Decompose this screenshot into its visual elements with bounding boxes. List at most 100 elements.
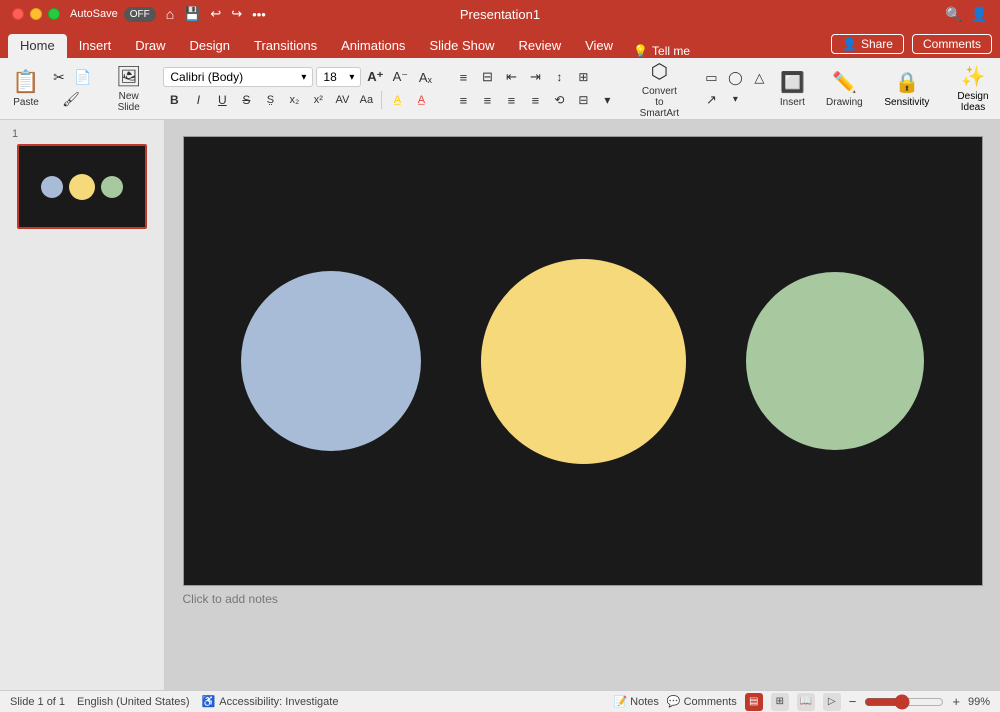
circle-yellow[interactable] <box>481 259 686 464</box>
shape-2[interactable]: ◯ <box>724 68 746 88</box>
italic-button[interactable]: I <box>187 90 209 110</box>
home-icon[interactable]: ⌂ <box>166 6 174 22</box>
smartart-icon: ⬡ <box>651 59 668 84</box>
decrease-indent-button[interactable]: ⇤ <box>500 67 522 87</box>
traffic-lights <box>12 8 60 20</box>
sensitivity-icon: 🔒 <box>894 70 919 95</box>
slide-thumbnail[interactable] <box>17 144 147 229</box>
convert-smartart-button[interactable]: ⬡ Convert to SmartArt <box>634 55 684 123</box>
paste-button[interactable]: 📋 Paste <box>8 65 44 112</box>
slideshow-view-button[interactable]: ▷ <box>823 693 841 711</box>
numbering-button[interactable]: ⊟ <box>476 67 498 87</box>
app-title: Presentation1 <box>460 7 540 22</box>
align-text-button[interactable]: ⊟ <box>572 90 594 110</box>
slide-canvas[interactable] <box>183 136 983 586</box>
tab-view[interactable]: View <box>573 34 625 58</box>
tab-review[interactable]: Review <box>506 34 573 58</box>
subscript-button[interactable]: x₂ <box>283 90 305 110</box>
title-bar: AutoSave OFF ⌂ 💾 ↩ ↪ ••• Presentation1 🔍… <box>0 0 1000 28</box>
font-name-selector[interactable]: Calibri (Body) ▾ <box>163 67 313 87</box>
format-painter-button[interactable]: 🖌 <box>60 90 82 110</box>
search-icon[interactable]: 🔍 <box>945 6 962 23</box>
zoom-level[interactable]: 99% <box>968 696 990 708</box>
more-icon[interactable]: ••• <box>252 7 266 22</box>
design-ideas-button[interactable]: ✨ Design Ideas <box>951 60 994 117</box>
align-left-button[interactable]: ≡ <box>452 90 474 110</box>
notes-icon: 📝 <box>613 695 627 708</box>
new-slide-button[interactable]: 🖼 New Slide <box>110 60 147 117</box>
save-icon[interactable]: 💾 <box>184 6 200 22</box>
tab-transitions[interactable]: Transitions <box>242 34 329 58</box>
tab-home[interactable]: Home <box>8 34 67 58</box>
drawing-button[interactable]: ✏️ Drawing <box>826 66 862 112</box>
bullets-button[interactable]: ≡ <box>452 67 474 87</box>
sensitivity-button[interactable]: 🔒 Sensitivity <box>878 66 935 112</box>
increase-font-button[interactable]: A⁺ <box>364 67 386 87</box>
shape-4[interactable]: ↗ <box>700 90 722 110</box>
change-case-button[interactable]: Aa <box>355 90 377 110</box>
shadow-button[interactable]: S̤ <box>259 90 281 110</box>
autosave-toggle[interactable]: OFF <box>124 7 156 22</box>
status-bar: Slide 1 of 1 English (United States) ♿ A… <box>0 690 1000 712</box>
notes-button[interactable]: 📝 Notes <box>613 695 658 708</box>
language-label: English (United States) <box>77 696 190 708</box>
new-slide-icon: 🖼 <box>116 64 141 89</box>
align-center-button[interactable]: ≡ <box>476 90 498 110</box>
status-comments-button[interactable]: 💬 Comments <box>667 695 737 708</box>
comments-button[interactable]: Comments <box>912 34 992 54</box>
decrease-font-button[interactable]: A⁻ <box>389 67 411 87</box>
normal-view-button[interactable]: ▤ <box>745 693 763 711</box>
design-icon: ✨ <box>961 64 986 89</box>
shape-3[interactable]: △ <box>748 68 770 88</box>
text-highlight-button[interactable]: A̲ <box>386 90 408 110</box>
slide-panel: 1 <box>0 120 165 690</box>
tab-insert[interactable]: Insert <box>67 34 124 58</box>
redo-icon[interactable]: ↪ <box>231 6 242 22</box>
tab-slideshow[interactable]: Slide Show <box>417 34 506 58</box>
shape-1[interactable]: ▭ <box>700 68 722 88</box>
drawing-icon: ✏️ <box>832 70 857 95</box>
font-color-button[interactable]: A̲ <box>410 90 432 110</box>
minimize-button[interactable] <box>30 8 42 20</box>
shape-dropdown[interactable]: ▾ <box>724 90 746 110</box>
spacing-button[interactable]: AV <box>331 90 353 110</box>
slide-number: 1 <box>8 128 18 140</box>
line-spacing-button[interactable]: ↕ <box>548 67 570 87</box>
copy-button[interactable]: 📄 <box>72 68 94 88</box>
profile-icon[interactable]: 👤 <box>971 6 988 23</box>
increase-indent-button[interactable]: ⇥ <box>524 67 546 87</box>
zoom-in-icon[interactable]: + <box>952 694 960 709</box>
clear-format-button[interactable]: Aₓ <box>414 67 436 87</box>
circle-blue[interactable] <box>241 271 421 451</box>
share-button[interactable]: 👤 Share <box>831 34 904 54</box>
cut-button[interactable]: ✂ <box>48 68 70 88</box>
maximize-button[interactable] <box>48 8 60 20</box>
circle-green[interactable] <box>746 272 924 450</box>
justify-button[interactable]: ≡ <box>524 90 546 110</box>
close-button[interactable] <box>12 8 24 20</box>
thumb-circle-green <box>101 176 123 198</box>
underline-button[interactable]: U <box>211 90 233 110</box>
strikethrough-button[interactable]: S <box>235 90 257 110</box>
tab-design[interactable]: Design <box>178 34 242 58</box>
zoom-out-icon[interactable]: − <box>849 694 857 709</box>
comments-icon: 💬 <box>667 695 681 708</box>
undo-icon[interactable]: ↩ <box>210 6 221 22</box>
paste-icon: 📋 <box>12 69 39 95</box>
columns-button[interactable]: ⊞ <box>572 67 594 87</box>
text-direction-button[interactable]: ⟲ <box>548 90 570 110</box>
zoom-slider[interactable] <box>864 694 944 710</box>
smartart-dropdown-icon[interactable]: ▾ <box>596 90 618 110</box>
tab-animations[interactable]: Animations <box>329 34 417 58</box>
align-right-button[interactable]: ≡ <box>500 90 522 110</box>
bold-button[interactable]: B <box>163 90 185 110</box>
tab-draw[interactable]: Draw <box>123 34 177 58</box>
notes-area[interactable]: Click to add notes <box>183 592 983 606</box>
slide-sorter-button[interactable]: ⊞ <box>771 693 789 711</box>
share-icon: 👤 <box>842 37 857 51</box>
reading-view-button[interactable]: 📖 <box>797 693 815 711</box>
insert-button[interactable]: 🔲 Insert <box>774 66 810 112</box>
font-size-selector[interactable]: 18 ▾ <box>316 67 361 87</box>
accessibility-section[interactable]: ♿ Accessibility: Investigate <box>202 695 339 708</box>
superscript-button[interactable]: x² <box>307 90 329 110</box>
